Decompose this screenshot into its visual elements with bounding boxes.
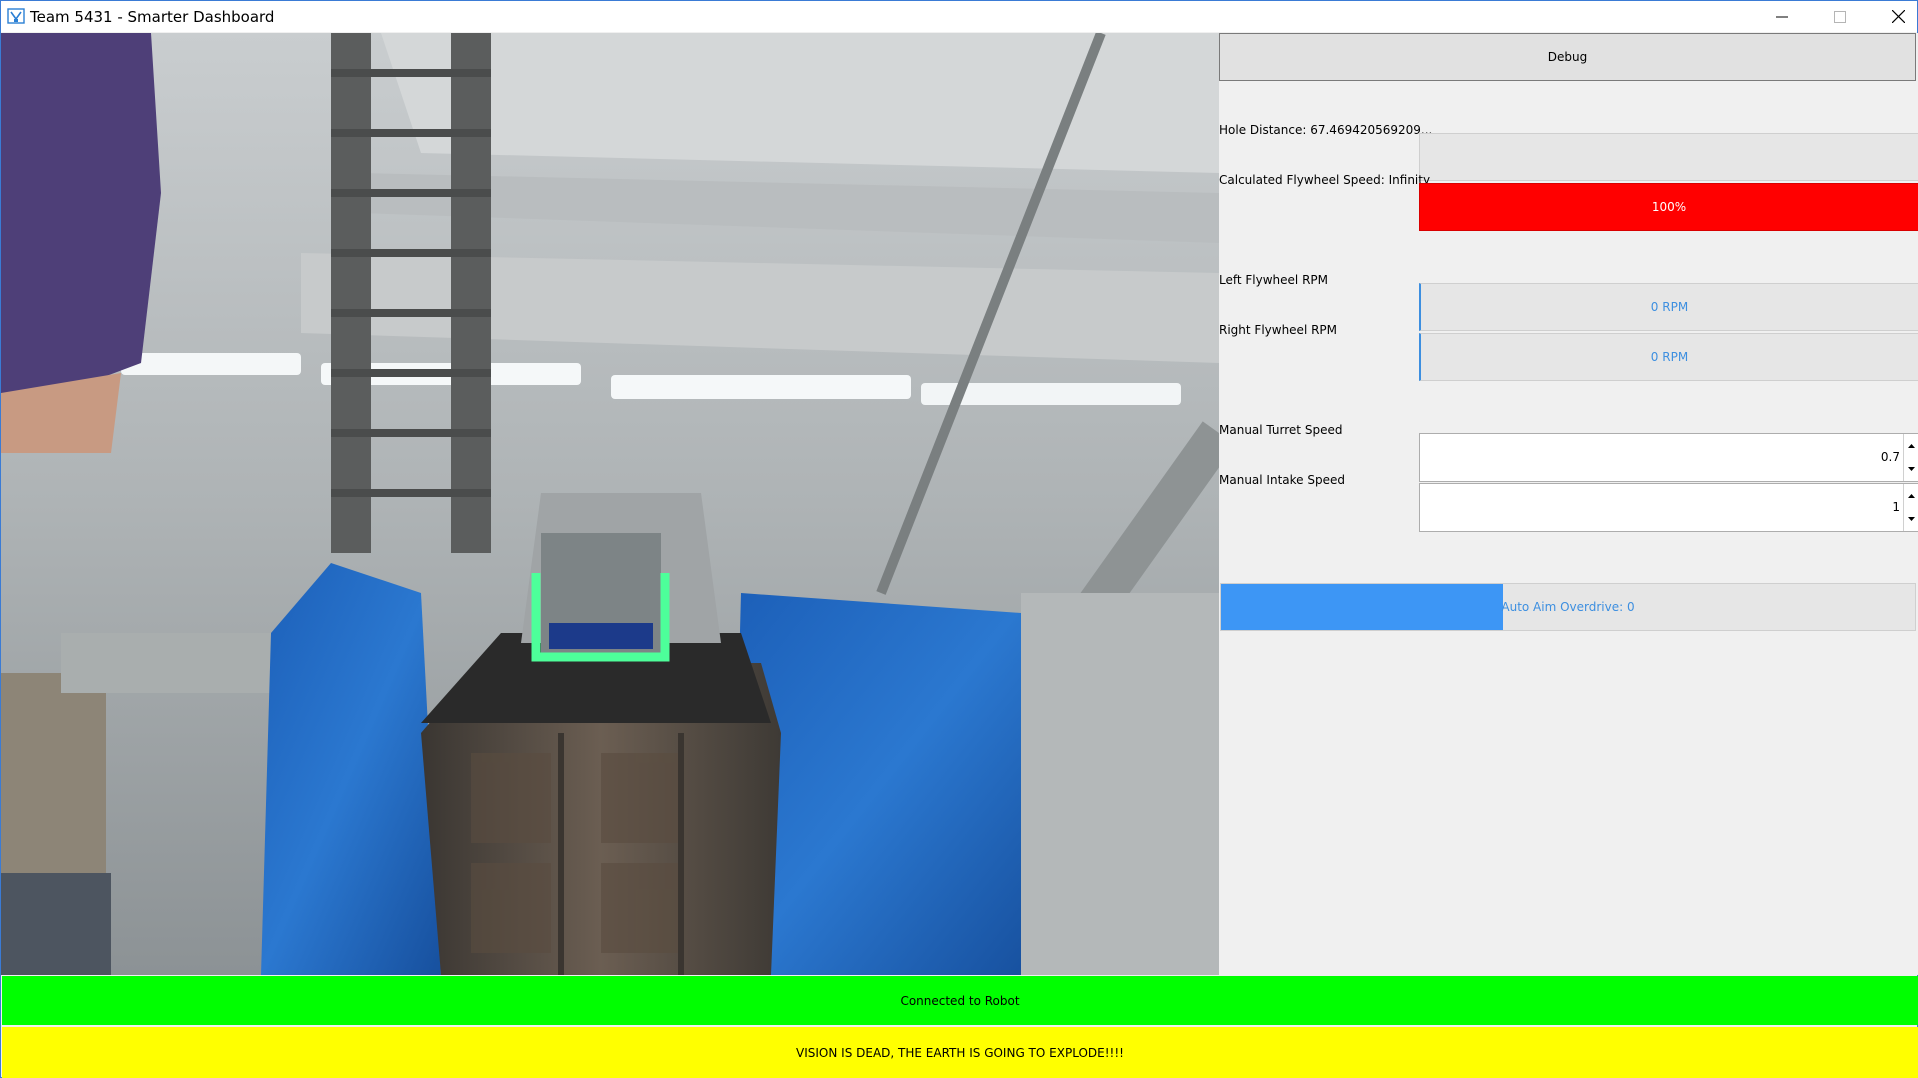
turret-increment-button[interactable] — [1904, 434, 1918, 457]
left-flywheel-rpm-label: Left Flywheel RPM — [1219, 273, 1328, 287]
connection-status-bar: Connected to Robot — [2, 976, 1918, 1025]
vision-status-bar: VISION IS DEAD, THE EARTH IS GOING TO EX… — [2, 1027, 1918, 1078]
intake-increment-button[interactable] — [1904, 484, 1918, 507]
maximize-icon — [1834, 10, 1846, 23]
maximize-button[interactable] — [1811, 1, 1869, 32]
robot-app-icon — [7, 8, 25, 24]
hole-distance-field — [1419, 133, 1918, 181]
flywheel-speed-bar: 100% — [1419, 183, 1918, 231]
chevron-up-icon — [1907, 493, 1915, 498]
turret-decrement-button[interactable] — [1904, 457, 1918, 480]
title-bar[interactable]: Team 5431 - Smarter Dashboard — [1, 1, 1917, 32]
manual-turret-speed-value: 0.7 — [1880, 450, 1900, 464]
manual-intake-speed-value: 1 — [1892, 500, 1900, 514]
hole-distance-label: Hole Distance: 67.469420569209... — [1219, 123, 1433, 137]
app-window: Team 5431 - Smarter Dashboard Debug Hole… — [0, 0, 1918, 1078]
manual-turret-speed-spinner[interactable]: 0.7 — [1419, 433, 1918, 482]
minimize-button[interactable] — [1753, 1, 1811, 32]
control-panel: Debug Hole Distance: 67.469420569209... … — [1219, 33, 1918, 975]
close-button[interactable] — [1869, 1, 1918, 32]
camera-feed — [1, 33, 1219, 975]
manual-intake-speed-spinner[interactable]: 1 — [1419, 483, 1918, 532]
chevron-up-icon — [1907, 443, 1915, 448]
minimize-icon — [1776, 16, 1788, 17]
left-flywheel-rpm-bar: 0 RPM — [1419, 283, 1918, 331]
right-flywheel-rpm-bar: 0 RPM — [1419, 333, 1918, 381]
window-title: Team 5431 - Smarter Dashboard — [30, 8, 275, 26]
chevron-down-icon — [1907, 466, 1915, 471]
right-flywheel-rpm-value: 0 RPM — [1650, 350, 1689, 364]
intake-decrement-button[interactable] — [1904, 507, 1918, 530]
turret-spinner-arrows — [1903, 434, 1918, 481]
chevron-down-icon — [1907, 516, 1915, 521]
flywheel-speed-bar-text: 100% — [1651, 200, 1687, 214]
close-icon — [1891, 10, 1905, 23]
manual-intake-speed-label: Manual Intake Speed — [1219, 473, 1345, 487]
intake-spinner-arrows — [1903, 484, 1918, 531]
manual-turret-speed-label: Manual Turret Speed — [1219, 423, 1343, 437]
left-flywheel-rpm-value: 0 RPM — [1650, 300, 1689, 314]
flywheel-speed-label: Calculated Flywheel Speed: Infinity — [1219, 173, 1431, 187]
right-flywheel-rpm-label: Right Flywheel RPM — [1219, 323, 1338, 337]
auto-aim-overdrive-label: Auto Aim Overdrive: 0 — [1501, 600, 1635, 614]
debug-button[interactable]: Debug — [1219, 33, 1916, 81]
camera-feed-image — [1, 33, 1219, 975]
auto-aim-overdrive-bar[interactable]: Auto Aim Overdrive: 0 — [1220, 583, 1916, 631]
